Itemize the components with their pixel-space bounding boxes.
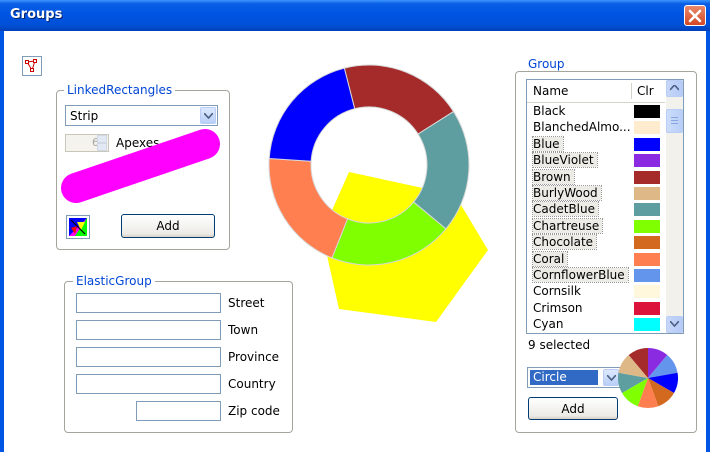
- color-palette-icon: [69, 218, 87, 236]
- country-input[interactable]: [76, 374, 221, 394]
- list-item[interactable]: BlanchedAlmo...: [527, 119, 665, 135]
- linked-add-button[interactable]: Add: [121, 214, 215, 238]
- color-swatch: [634, 137, 660, 151]
- color-swatch: [634, 121, 660, 135]
- list-item[interactable]: BurlyWood: [527, 185, 665, 201]
- list-item[interactable]: BlueViolet: [527, 152, 665, 169]
- selected-count: 9 selected: [528, 338, 591, 352]
- province-label: Province: [228, 350, 280, 364]
- list-item-name: BlanchedAlmo...: [533, 120, 631, 135]
- color-swatch: [634, 318, 660, 332]
- shape-canvas: [268, 64, 488, 322]
- province-input[interactable]: [76, 347, 221, 367]
- column-header-clr[interactable]: Clr: [637, 84, 654, 98]
- groups-window: Groups LinkedRectangles Strip 6 Apexes A…: [0, 0, 710, 452]
- zip-code-input[interactable]: [136, 401, 221, 421]
- close-icon: [688, 9, 702, 23]
- street-label: Street: [228, 296, 265, 310]
- color-swatch: [634, 170, 660, 184]
- country-label: Country: [228, 377, 276, 391]
- color-swatch: [634, 269, 660, 282]
- list-item[interactable]: Chartreuse: [527, 217, 665, 234]
- linked-rectangles-label: LinkedRectangles: [64, 83, 176, 97]
- list-item-name: Chocolate: [531, 234, 598, 251]
- list-item-name: Blue: [532, 135, 564, 152]
- list-item-name: CornflowerBlue: [532, 267, 629, 283]
- list-header: Name Clr: [527, 80, 665, 103]
- color-swatch: [634, 236, 660, 250]
- group-shape-select-value: Circle: [530, 370, 598, 385]
- column-header-name[interactable]: Name: [533, 84, 568, 98]
- list-item-name: Coral: [531, 250, 569, 267]
- group-add-button[interactable]: Add: [528, 397, 618, 420]
- list-item[interactable]: Cyan: [527, 316, 665, 332]
- color-swatch: [634, 154, 660, 168]
- color-swatch: [634, 105, 660, 118]
- color-swatch: [634, 285, 660, 299]
- donut-shape[interactable]: [268, 64, 470, 266]
- zip-code-label: Zip code: [228, 404, 280, 418]
- list-item-name: BlueViolet: [532, 152, 598, 169]
- graph-icon: [25, 59, 37, 72]
- list-item-name: Chartreuse: [531, 217, 604, 234]
- list-item[interactable]: Black: [527, 103, 665, 119]
- list-item-name: CadetBlue: [532, 201, 599, 218]
- color-picker-button[interactable]: [66, 215, 90, 239]
- list-item[interactable]: Brown: [527, 168, 665, 185]
- street-input[interactable]: [76, 293, 221, 313]
- list-item[interactable]: CornflowerBlue: [527, 267, 665, 283]
- group-label: Group: [525, 57, 568, 71]
- list-item-name: Cyan: [533, 317, 564, 332]
- color-list[interactable]: Name Clr Black BlanchedAlmo... Blue BlueVio…: [526, 79, 684, 334]
- list-item-name: BurlyWood: [532, 185, 602, 201]
- linked-shape-select[interactable]: Strip: [65, 105, 218, 126]
- elastic-group-label: ElasticGroup: [73, 274, 155, 288]
- chevron-down-icon[interactable]: [603, 369, 619, 386]
- list-item[interactable]: Blue: [527, 135, 665, 152]
- list-scrollbar[interactable]: [666, 80, 683, 333]
- color-swatch: [634, 203, 660, 217]
- list-item[interactable]: Cornsilk: [527, 283, 665, 299]
- town-input[interactable]: [76, 320, 221, 340]
- color-swatch: [634, 252, 660, 266]
- group-shape-select[interactable]: Circle: [527, 367, 621, 388]
- scroll-up-button[interactable]: [666, 80, 683, 97]
- list-item-name: Crimson: [533, 300, 583, 315]
- color-swatch: [634, 187, 660, 200]
- graph-tool-button[interactable]: [22, 56, 42, 76]
- scroll-thumb[interactable]: [666, 109, 683, 133]
- color-swatch: [634, 219, 660, 233]
- group-preview-pie[interactable]: [618, 342, 682, 416]
- list-item[interactable]: Coral: [527, 250, 665, 267]
- scroll-down-button[interactable]: [666, 316, 683, 333]
- chevron-down-icon[interactable]: [200, 107, 216, 124]
- window-title: Groups: [10, 7, 63, 22]
- color-swatch: [634, 301, 660, 315]
- close-button[interactable]: [684, 5, 706, 26]
- strip-shape[interactable]: [58, 128, 238, 208]
- list-item-name: Black: [533, 104, 566, 118]
- list-item-name: Brown: [532, 168, 575, 185]
- town-label: Town: [228, 323, 259, 337]
- list-item[interactable]: CadetBlue: [527, 201, 665, 218]
- list-item[interactable]: Chocolate: [527, 234, 665, 251]
- list-item-name: Cornsilk: [533, 284, 581, 299]
- list-item[interactable]: Crimson: [527, 300, 665, 316]
- donut-segment[interactable]: [268, 67, 356, 162]
- title-bar[interactable]: Groups: [0, 0, 710, 31]
